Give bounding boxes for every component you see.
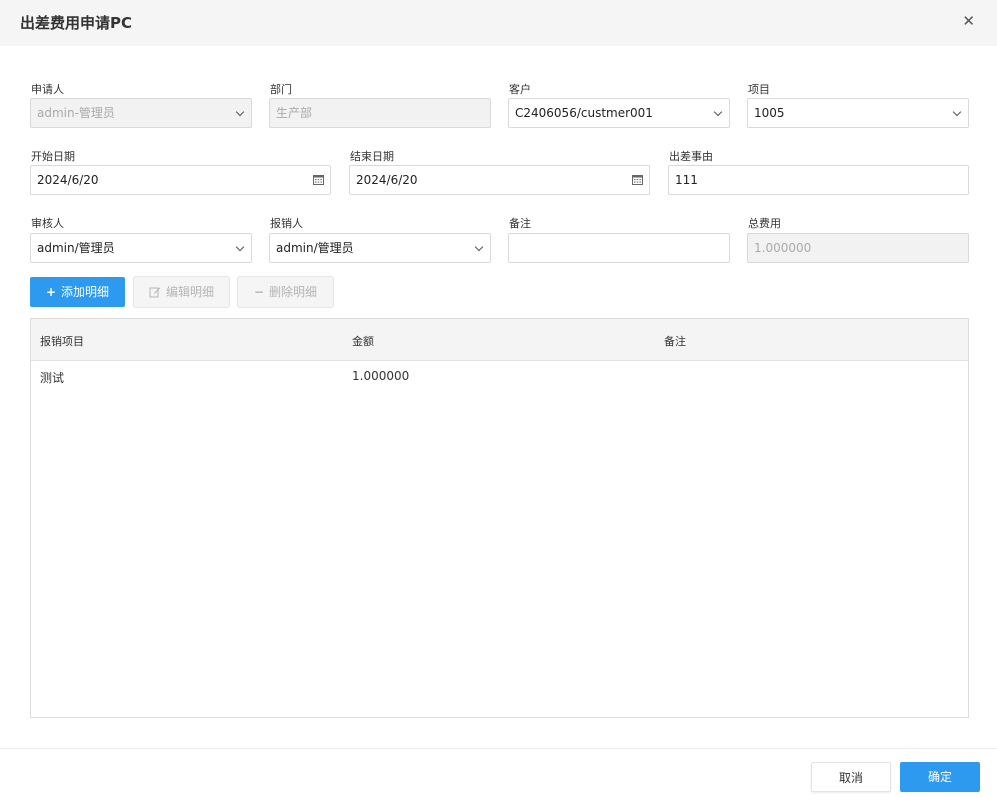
chevron-down-icon: [235, 242, 245, 252]
edit-detail-label: 编辑明细: [165, 285, 214, 299]
total-field: 1.000000: [747, 233, 969, 263]
edit-icon: [149, 287, 161, 298]
end-date-input[interactable]: 2024/6/20: [349, 165, 650, 195]
chevron-down-icon: [235, 107, 245, 117]
dialog-header: 出差费用申请PC ✕: [0, 0, 997, 46]
applicant-select[interactable]: admin-管理员: [30, 98, 252, 128]
reimburser-select[interactable]: admin/管理员: [269, 233, 491, 263]
department-label: 部门: [270, 83, 292, 96]
start-date-value: 2024/6/20: [37, 173, 99, 187]
customer-value: C2406056/custmer001: [515, 106, 653, 120]
end-date-value: 2024/6/20: [356, 173, 418, 187]
start-date-input[interactable]: 2024/6/20: [30, 165, 331, 195]
end-date-label: 结束日期: [350, 150, 394, 163]
applicant-value: admin-管理员: [37, 106, 115, 120]
minus-icon: −: [253, 285, 265, 299]
project-select[interactable]: 1005: [747, 98, 969, 128]
reason-input[interactable]: 111: [668, 165, 969, 195]
table-cell: 1.000000: [352, 369, 410, 383]
column-header-remark[interactable]: 备注: [664, 333, 686, 349]
column-header-amount[interactable]: 金额: [352, 333, 374, 349]
confirm-button[interactable]: 确定: [900, 762, 980, 792]
calendar-icon[interactable]: [632, 174, 643, 185]
applicant-label: 申请人: [31, 83, 64, 96]
plus-icon: +: [45, 285, 57, 299]
table-cell: 测试: [40, 371, 65, 385]
calendar-icon[interactable]: [313, 174, 324, 185]
add-detail-label: 添加明细: [61, 285, 110, 299]
remark-input[interactable]: [508, 233, 730, 263]
chevron-down-icon: [952, 107, 962, 117]
project-label: 项目: [748, 83, 770, 96]
reimburser-label: 报销人: [270, 217, 303, 230]
delete-detail-button[interactable]: − 删除明细: [238, 277, 333, 307]
dialog-footer: 取消 确定: [0, 748, 997, 797]
dialog-title: 出差费用申请PC: [20, 14, 133, 32]
detail-table: 报销项目 金额 备注 测试 1.000000: [30, 318, 969, 718]
reviewer-select[interactable]: admin/管理员: [30, 233, 252, 263]
department-value: 生产部: [276, 106, 313, 120]
edit-detail-button[interactable]: 编辑明细: [134, 277, 229, 307]
add-detail-button[interactable]: + 添加明细: [30, 277, 125, 307]
chevron-down-icon: [474, 242, 484, 252]
reviewer-label: 审核人: [31, 217, 64, 230]
customer-label: 客户: [509, 83, 531, 96]
reviewer-value: admin/管理员: [37, 241, 115, 255]
total-value: 1.000000: [754, 241, 812, 255]
cancel-button[interactable]: 取消: [811, 762, 891, 792]
reason-label: 出差事由: [669, 150, 713, 163]
table-header: 报销项目 金额 备注: [31, 319, 968, 361]
close-icon[interactable]: ✕: [962, 12, 975, 30]
chevron-down-icon: [713, 107, 723, 117]
start-date-label: 开始日期: [31, 150, 75, 163]
customer-select[interactable]: C2406056/custmer001: [508, 98, 730, 128]
column-header-item[interactable]: 报销项目: [40, 333, 84, 349]
total-label: 总费用: [748, 217, 781, 230]
table-row[interactable]: 测试 1.000000: [31, 362, 968, 392]
remark-label: 备注: [509, 217, 531, 230]
reason-value: 111: [675, 173, 698, 187]
department-field: 生产部: [269, 98, 491, 128]
project-value: 1005: [754, 106, 785, 120]
reimburser-value: admin/管理员: [276, 241, 354, 255]
delete-detail-label: 删除明细: [269, 285, 318, 299]
dialog: 出差费用申请PC ✕ 申请人 admin-管理员 部门 生产部 客户 C2406…: [0, 0, 997, 797]
